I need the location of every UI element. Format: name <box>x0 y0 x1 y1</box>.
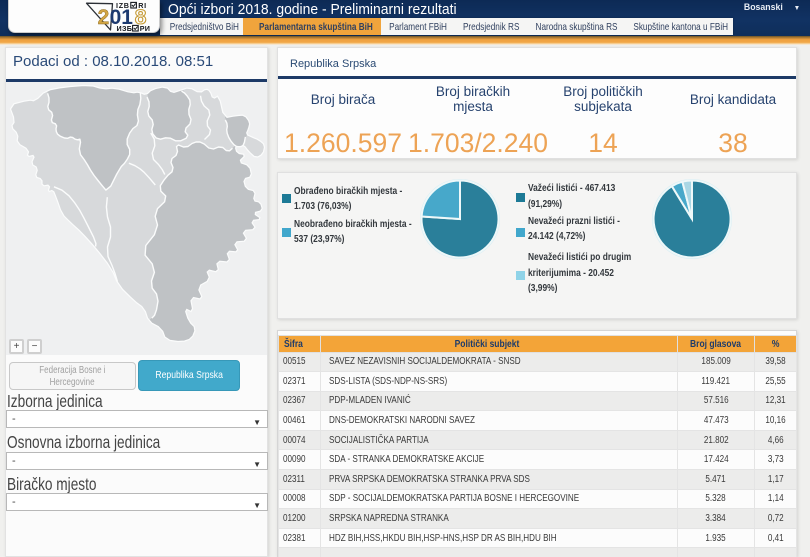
svg-text:РИ: РИ <box>140 24 151 32</box>
svg-text:2: 2 <box>98 6 110 29</box>
svg-text:ИЗБ: ИЗБ <box>117 24 133 32</box>
